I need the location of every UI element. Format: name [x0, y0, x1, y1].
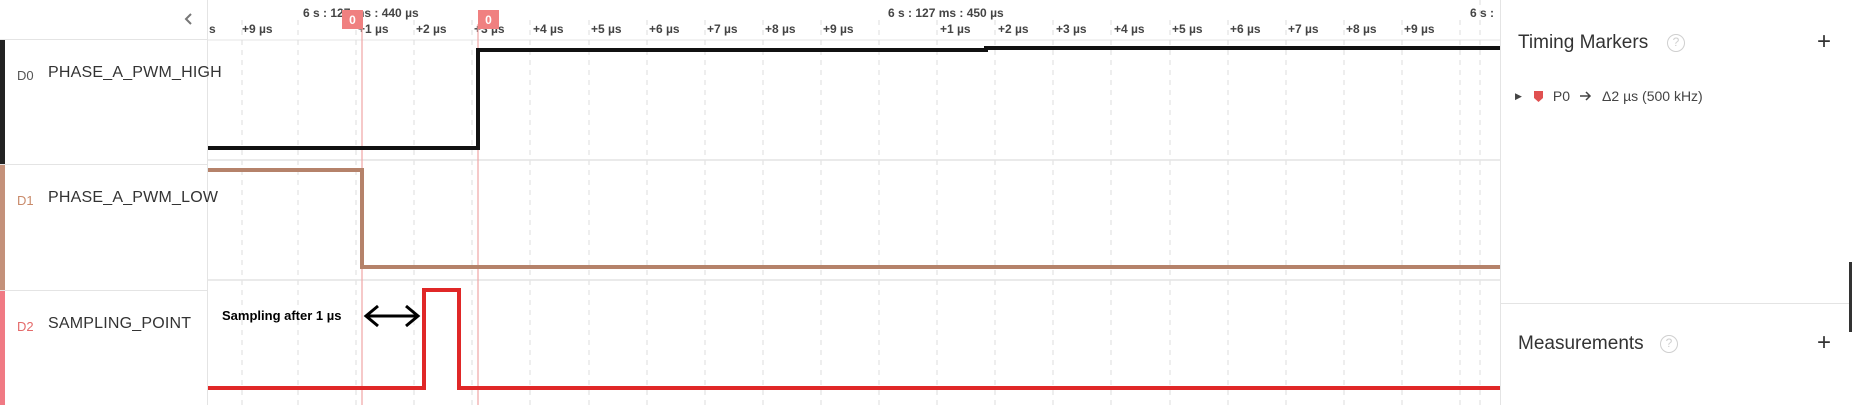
channel-color-bar: [0, 165, 5, 291]
timeline-group-label: 6 s : 127 ms : 450 µs: [888, 6, 1004, 20]
measurements-title: Measurements: [1518, 333, 1644, 354]
arrow-right-icon: [1580, 91, 1592, 101]
double-arrow-icon: [363, 304, 421, 328]
timeline-tick-label: +6 µs: [1230, 22, 1261, 36]
add-timing-marker-button[interactable]: +: [1813, 30, 1835, 54]
side-panel: Timing Markers ? + ▶ P0 Δ2 µs (500 kHz) …: [1500, 0, 1852, 405]
timing-markers-title: Timing Markers: [1518, 32, 1649, 53]
timeline-tick-label: +5 µs: [1172, 22, 1203, 36]
panel-divider: [1501, 303, 1852, 304]
channel-name: PHASE_A_PWM_HIGH: [48, 64, 222, 81]
timing-marker-label: 0: [349, 13, 356, 27]
waveform-canvas[interactable]: 6 s : 127 ms : 440 µs 6 s : 127 ms : 450…: [208, 0, 1500, 405]
timeline-tick-label: +8 µs: [765, 22, 796, 36]
help-icon[interactable]: ?: [1660, 335, 1678, 353]
channel-label-panel: D0 PHASE_A_PWM_HIGH D1 PHASE_A_PWM_LOW D…: [0, 0, 222, 405]
timeline-tick-label: +9 µs: [823, 22, 854, 36]
add-measurement-button[interactable]: +: [1813, 331, 1835, 355]
collapse-sidebar-button[interactable]: [178, 8, 200, 30]
waveform-d0: [208, 46, 1500, 150]
chevron-left-icon: [184, 13, 192, 25]
sampling-annotation: Sampling after 1 µs: [222, 308, 341, 323]
waveform-view[interactable]: 6 s : 127 ms : 440 µs 6 s : 127 ms : 450…: [208, 0, 1500, 405]
channel-row-d2[interactable]: D2 SAMPLING_POINT: [0, 291, 208, 405]
timing-marker-item[interactable]: ▶ P0 Δ2 µs (500 kHz): [1515, 86, 1703, 106]
timeline-tick-label: +4 µs: [1114, 22, 1145, 36]
waveform-d1: [208, 168, 1500, 269]
timeline-tick-label: +6 µs: [649, 22, 680, 36]
timeline-tick-label: +2 µs: [416, 22, 447, 36]
timeline-tick-label: +2 µs: [998, 22, 1029, 36]
caret-right-icon[interactable]: ▶: [1515, 91, 1522, 102]
timeline-tick-label: +7 µs: [1288, 22, 1319, 36]
channel-id: D2: [17, 319, 34, 334]
grid-lines: [241, 0, 1481, 405]
timeline-tick-label: s: [209, 22, 216, 36]
channel-color-bar: [0, 291, 5, 405]
channel-color-bar: [0, 40, 5, 165]
help-icon[interactable]: ?: [1667, 34, 1685, 52]
timeline-group-label: 6 s :: [1470, 6, 1494, 20]
channel-row-d0[interactable]: D0 PHASE_A_PWM_HIGH: [0, 40, 222, 165]
timeline-tick-label: +4 µs: [533, 22, 564, 36]
channel-id: D0: [17, 68, 34, 83]
channel-id: D1: [17, 193, 34, 208]
timing-marker-name: P0: [1552, 88, 1571, 104]
label-panel-header: [0, 0, 208, 40]
timing-marker-delta: Δ2 µs (500 kHz): [1602, 88, 1703, 104]
timing-marker-badge[interactable]: 0: [478, 10, 499, 29]
timeline-tick-label: +8 µs: [1346, 22, 1377, 36]
timeline-tick-label: +9 µs: [242, 22, 273, 36]
timeline-tick-label: +3 µs: [1056, 22, 1087, 36]
channel-row-d1[interactable]: D1 PHASE_A_PWM_LOW: [0, 165, 218, 291]
timeline-tick-label: +9 µs: [1404, 22, 1435, 36]
timing-marker-badge[interactable]: 0: [342, 10, 363, 29]
channel-name: SAMPLING_POINT: [48, 315, 192, 332]
timeline-tick-label: +7 µs: [707, 22, 738, 36]
timeline-tick-label: +5 µs: [591, 22, 622, 36]
timing-marker-label: 0: [485, 13, 492, 27]
channel-name: PHASE_A_PWM_LOW: [48, 189, 219, 206]
waveform-d2: [208, 288, 1500, 390]
marker-flag-icon: [1533, 90, 1543, 102]
timeline-tick-label: +1 µs: [940, 22, 971, 36]
